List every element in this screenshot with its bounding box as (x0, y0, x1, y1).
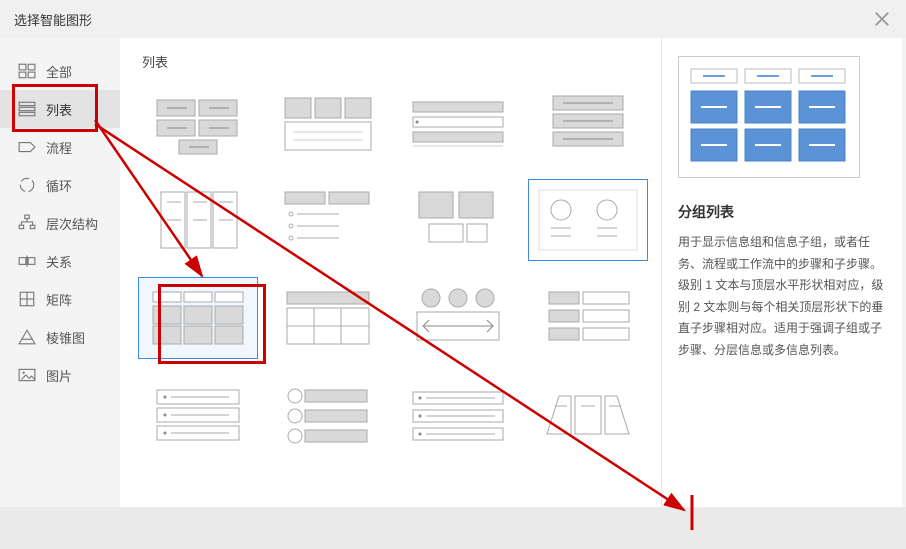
thumb-vertical-bracket-list[interactable] (528, 277, 648, 359)
thumb-vertical-circle-list[interactable] (268, 375, 388, 457)
all-icon (18, 62, 36, 80)
category-sidebar: 全部 列表 流程 循环 层次结构 关系 (0, 38, 120, 507)
sidebar-item-label: 棱锥图 (46, 328, 85, 347)
thumb-stacked-list[interactable] (398, 179, 518, 261)
cycle-icon (18, 176, 36, 194)
thumb-tab-list[interactable] (268, 179, 388, 261)
preview-description: 用于显示信息组和信息子组，或者任务、流程或工作流中的步骤和子步骤。级别 1 文本… (678, 232, 888, 362)
thumb-process-list[interactable] (398, 277, 518, 359)
process-icon (18, 138, 36, 156)
sidebar-item-label: 图片 (46, 366, 72, 385)
thumb-picture-caption-list[interactable] (268, 81, 388, 163)
thumb-vertical-box-list-2[interactable] (138, 179, 258, 261)
dialog-title: 选择智能图形 (14, 10, 92, 29)
thumb-vertical-box-list[interactable] (528, 81, 648, 163)
hierarchy-icon (18, 214, 36, 232)
preview-title: 分组列表 (678, 202, 888, 222)
sidebar-item-hierarchy[interactable]: 层次结构 (0, 204, 120, 242)
sidebar-item-label: 流程 (46, 138, 72, 157)
sidebar-item-label: 列表 (46, 100, 72, 119)
preview-image (678, 56, 860, 178)
sidebar-item-pyramid[interactable]: 棱锥图 (0, 318, 120, 356)
thumb-vertical-bullet-list[interactable] (138, 375, 258, 457)
relationship-icon (18, 252, 36, 270)
thumb-horizontal-bullet-list[interactable] (398, 81, 518, 163)
thumb-basic-block-list[interactable] (138, 81, 258, 163)
sidebar-item-label: 层次结构 (46, 214, 98, 233)
section-title: 列表 (142, 52, 653, 71)
sidebar-item-label: 关系 (46, 252, 72, 271)
thumb-trapezoid-list[interactable] (528, 375, 648, 457)
thumb-lined-list[interactable] (528, 179, 648, 261)
sidebar-item-label: 矩阵 (46, 290, 72, 309)
matrix-icon (18, 290, 36, 308)
sidebar-item-cycle[interactable]: 循环 (0, 166, 120, 204)
thumb-table-list[interactable] (268, 277, 388, 359)
title-bar: 选择智能图形 (0, 0, 906, 38)
smartart-gallery: 列表 (120, 38, 661, 507)
list-icon (18, 100, 36, 118)
sidebar-item-all[interactable]: 全部 (0, 52, 120, 90)
sidebar-item-list[interactable]: 列表 (0, 90, 120, 128)
sidebar-item-label: 循环 (46, 176, 72, 195)
picture-icon (18, 366, 36, 384)
sidebar-item-label: 全部 (46, 62, 72, 81)
preview-panel: 分组列表 用于显示信息组和信息子组，或者任务、流程或工作流中的步骤和子步骤。级别… (661, 38, 902, 507)
sidebar-item-relationship[interactable]: 关系 (0, 242, 120, 280)
sidebar-item-process[interactable]: 流程 (0, 128, 120, 166)
sidebar-item-picture[interactable]: 图片 (0, 356, 120, 394)
sidebar-item-matrix[interactable]: 矩阵 (0, 280, 120, 318)
footer-bar (0, 507, 906, 549)
close-icon[interactable] (872, 9, 892, 29)
pyramid-icon (18, 328, 36, 346)
thumb-grouped-list[interactable] (138, 277, 258, 359)
thumb-horizontal-picture-list[interactable] (398, 375, 518, 457)
